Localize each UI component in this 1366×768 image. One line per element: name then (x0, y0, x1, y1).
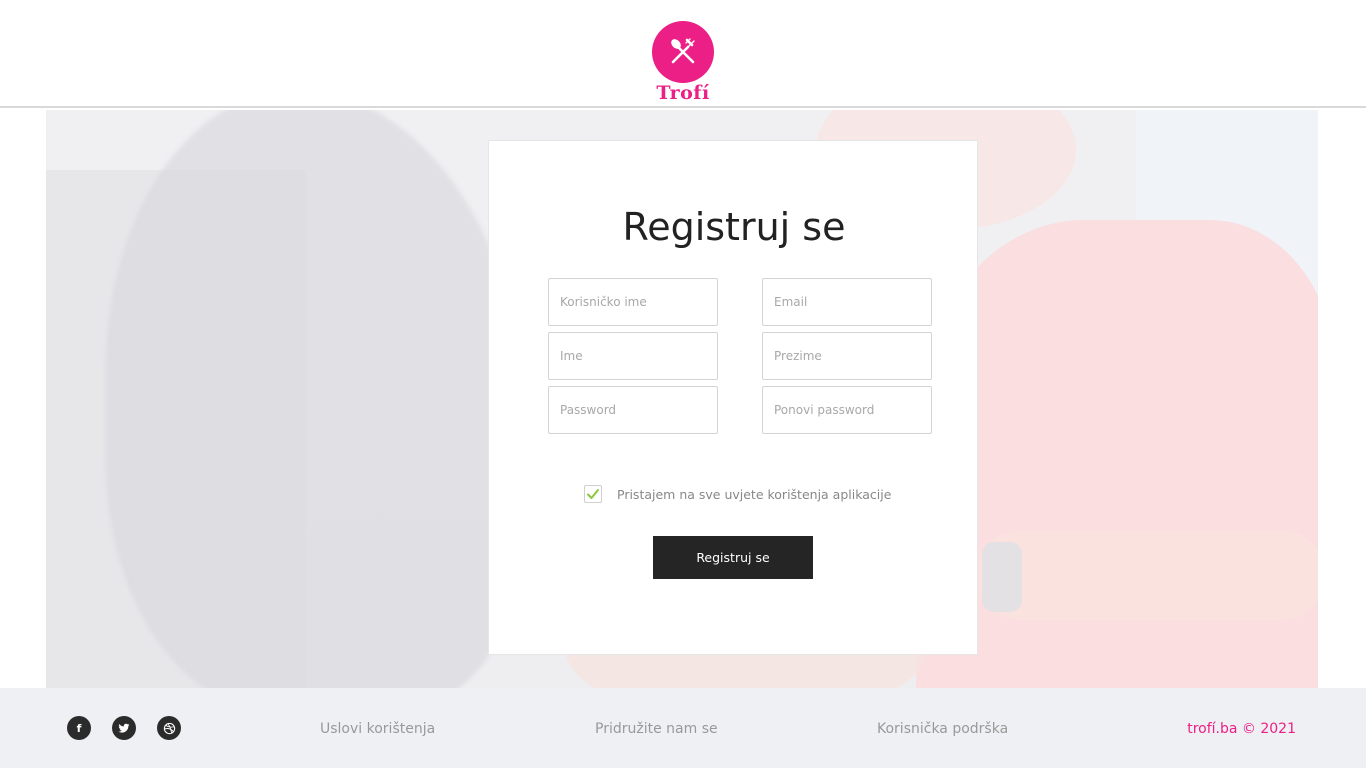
terms-label: Pristajem na sve uvjete korištenja aplik… (617, 486, 892, 502)
register-button[interactable]: Registruj se (653, 536, 813, 579)
last-name-field[interactable] (762, 332, 932, 380)
site-header: Trofí (0, 0, 1366, 108)
registration-card: Registruj se Pristajem na sve uvjete kor… (488, 140, 978, 655)
checkmark-icon (587, 489, 599, 499)
terms-checkbox[interactable] (584, 485, 602, 503)
bg-shape (106, 110, 526, 688)
footer-link-join[interactable]: Pridružite nam se (595, 721, 718, 737)
username-field[interactable] (548, 278, 718, 326)
site-footer: f Uslovi korištenja Pridružite nam se Ko… (0, 688, 1366, 768)
terms-agreement: Pristajem na sve uvjete korištenja aplik… (584, 484, 891, 504)
first-name-field[interactable] (548, 332, 718, 380)
footer-link-terms[interactable]: Uslovi korištenja (320, 721, 435, 737)
repeat-password-field[interactable] (762, 386, 932, 434)
facebook-icon[interactable]: f (67, 716, 91, 740)
twitter-bird-icon (118, 723, 130, 733)
bg-shape (976, 530, 1318, 620)
fork-and-knife-icon (652, 21, 714, 83)
page-title: Registruj se (622, 205, 846, 249)
brand-logo[interactable]: Trofí (646, 18, 720, 108)
email-field[interactable] (762, 278, 932, 326)
brand-name: Trofí (656, 82, 710, 104)
twitter-icon[interactable] (112, 716, 136, 740)
copyright-text: trofí.ba © 2021 (1187, 721, 1296, 737)
dribbble-icon[interactable] (157, 716, 181, 740)
bg-shape (982, 542, 1022, 612)
password-field[interactable] (548, 386, 718, 434)
footer-link-support[interactable]: Korisnička podrška (877, 721, 1008, 737)
dribbble-ball-icon (163, 722, 175, 734)
